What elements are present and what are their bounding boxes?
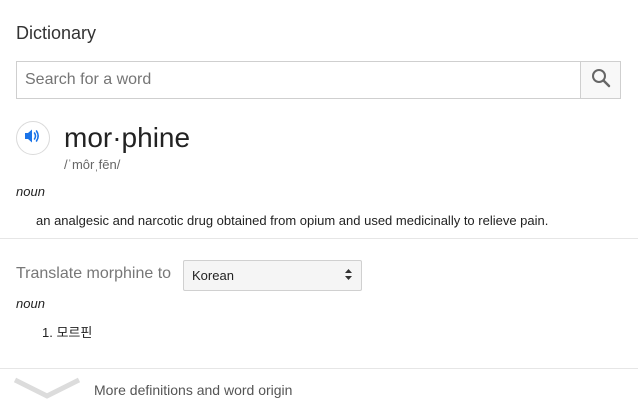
part-of-speech: noun xyxy=(16,184,45,199)
headword: mor·phine xyxy=(64,122,191,153)
more-definitions-link[interactable]: More definitions and word origin xyxy=(0,369,638,409)
select-arrows-icon xyxy=(344,268,353,284)
section-divider xyxy=(0,238,638,239)
translation-text: 모르핀 xyxy=(56,325,93,340)
dictionary-card: Dictionary mor·phine /ˈmôrˌfēn/ noun an … xyxy=(0,0,638,409)
speaker-icon xyxy=(24,128,42,149)
pronounce-button[interactable] xyxy=(16,121,50,155)
search-button[interactable] xyxy=(580,62,620,98)
phonetic-spelling: /ˈmôrˌfēn/ xyxy=(64,157,121,172)
definition-text: an analgesic and narcotic drug obtained … xyxy=(36,213,549,228)
language-select[interactable]: Korean xyxy=(183,260,362,291)
translate-label: Translate morphine to xyxy=(16,265,172,282)
more-definitions-label: More definitions and word origin xyxy=(94,382,293,398)
language-select-value: Korean xyxy=(192,268,234,283)
search-icon xyxy=(591,68,611,93)
translation-index: 1. xyxy=(42,325,53,340)
chevron-down-icon xyxy=(13,377,81,404)
search-box xyxy=(16,61,621,99)
translation-item: 1. 모르핀 xyxy=(42,322,92,341)
search-input[interactable] xyxy=(17,62,580,98)
dictionary-title: Dictionary xyxy=(16,23,97,43)
translation-part-of-speech: noun xyxy=(16,296,45,311)
